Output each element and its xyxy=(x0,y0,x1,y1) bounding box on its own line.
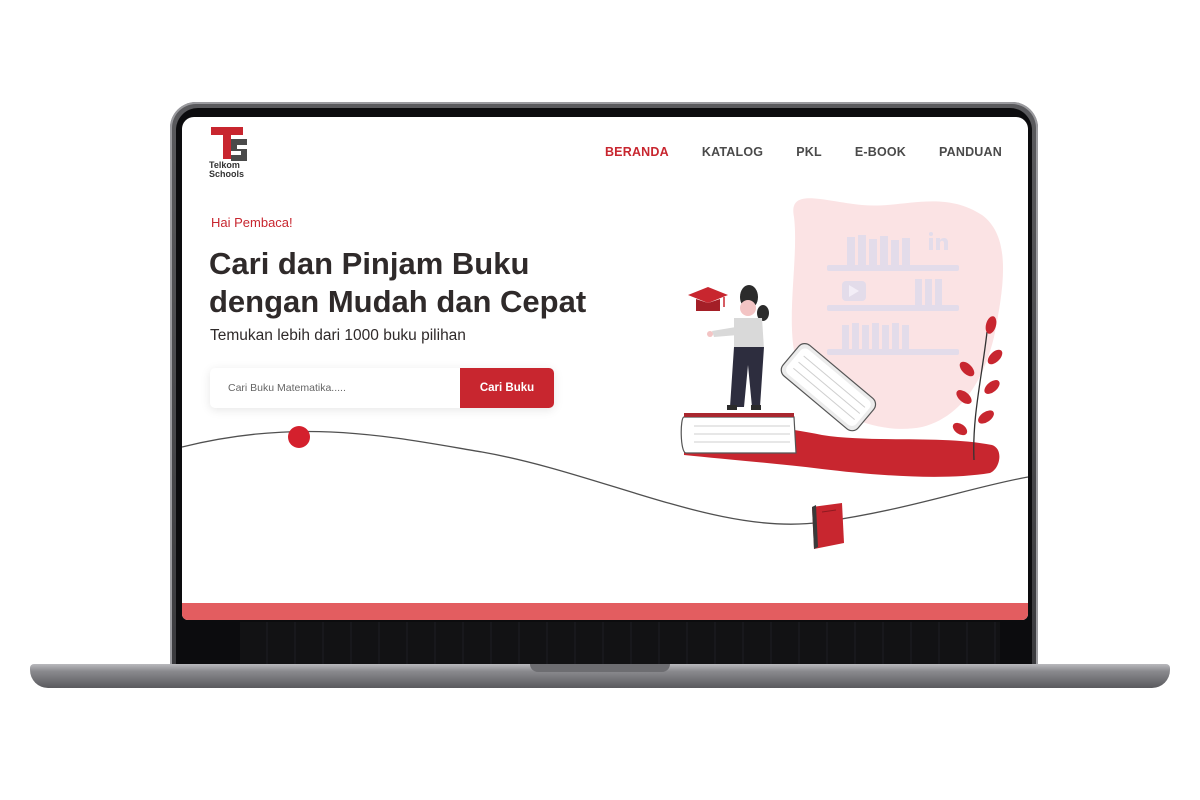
logo-text: Telkom Schools xyxy=(209,161,269,179)
laptop-base-notch xyxy=(530,664,670,672)
search-input[interactable] xyxy=(210,368,460,408)
book-search-bar: Cari Buku xyxy=(210,368,554,408)
hero-greeting: Hai Pembaca! xyxy=(211,215,293,230)
logo-line-2: Schools xyxy=(209,169,245,179)
hero-headline: Cari dan Pinjam Buku dengan Mudah dan Ce… xyxy=(209,245,679,321)
nav-item-e-book[interactable]: E-BOOK xyxy=(855,145,906,159)
hero-headline-line-2: dengan Mudah dan Cepat xyxy=(209,284,587,319)
nav-item-panduan[interactable]: PANDUAN xyxy=(939,145,1002,159)
footer-bar xyxy=(182,603,1028,620)
book-icon xyxy=(812,503,844,549)
nav-item-beranda[interactable]: BERANDA xyxy=(605,145,669,159)
website-screen: Telkom Schools BERANDA KATALOG PKL E-BOO… xyxy=(182,117,1028,620)
wave-dot xyxy=(288,426,310,448)
nav-item-pkl[interactable]: PKL xyxy=(796,145,822,159)
keyboard-reflection xyxy=(240,622,1000,664)
hero-subheadline: Temukan lebih dari 1000 buku pilihan xyxy=(210,327,466,344)
main-nav: BERANDA KATALOG PKL E-BOOK PANDUAN xyxy=(572,145,1002,159)
nav-item-katalog[interactable]: KATALOG xyxy=(702,145,763,159)
graduation-cap-icon xyxy=(688,287,728,311)
search-button[interactable]: Cari Buku xyxy=(460,368,554,408)
hero-headline-line-1: Cari dan Pinjam Buku xyxy=(209,246,530,281)
